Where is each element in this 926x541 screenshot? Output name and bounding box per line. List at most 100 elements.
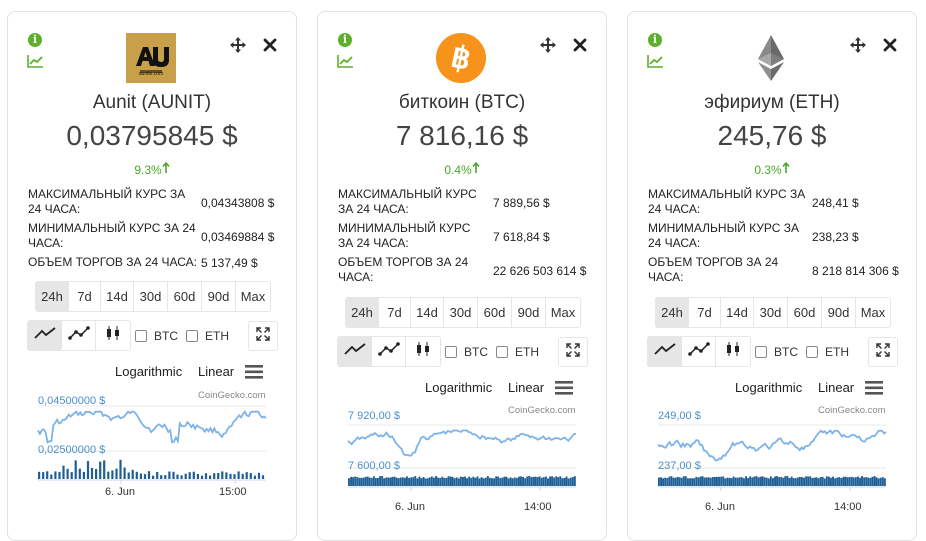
menu-icon[interactable]	[245, 365, 263, 379]
close-icon[interactable]	[883, 38, 897, 52]
candlestick-icon	[415, 341, 431, 362]
period-button-60d[interactable]: 60d	[478, 298, 512, 327]
checkbox-box[interactable]	[135, 330, 147, 342]
line-chart-icon[interactable]	[337, 54, 354, 68]
checkbox-box[interactable]	[496, 346, 508, 358]
volume-bar	[192, 471, 195, 479]
price-line	[37, 410, 267, 445]
checkbox-box[interactable]	[186, 330, 198, 342]
period-button-24h[interactable]: 24h	[346, 298, 379, 327]
compare-eth-checkbox[interactable]: ETH	[806, 345, 849, 359]
linear-scale-button[interactable]: Linear	[508, 380, 544, 395]
fullscreen-button[interactable]	[558, 337, 588, 367]
fullscreen-button[interactable]	[868, 337, 898, 367]
period-button-30d[interactable]: 30d	[444, 298, 478, 327]
info-icon[interactable]: i	[28, 33, 42, 47]
period-button-90d[interactable]: 90d	[202, 282, 236, 311]
period-button-max[interactable]: Max	[546, 298, 580, 327]
volume-bar	[42, 472, 45, 479]
line-chart-type-button[interactable]	[28, 321, 62, 350]
volume-bar	[697, 477, 700, 486]
volume-bar	[486, 476, 489, 486]
logarithmic-scale-button[interactable]: Logarithmic	[735, 380, 802, 395]
info-icon[interactable]: i	[648, 33, 662, 47]
volume-bar	[58, 471, 61, 479]
logarithmic-scale-button[interactable]: Logarithmic	[425, 380, 492, 395]
line-chart-icon[interactable]	[647, 54, 664, 68]
volume-bar	[875, 477, 878, 486]
linear-scale-button[interactable]: Linear	[818, 380, 854, 395]
dot-line-chart-type-button[interactable]	[62, 321, 96, 350]
volume-bar	[693, 478, 696, 486]
compare-btc-checkbox[interactable]: BTC	[135, 329, 178, 343]
volume-bar	[676, 476, 679, 486]
x-axis-label: 15:00	[219, 486, 247, 498]
line-chart-type-button[interactable]	[338, 337, 372, 366]
volume-bar	[707, 477, 710, 486]
volume-bar	[360, 477, 363, 486]
info-icon[interactable]: i	[338, 33, 352, 47]
volume-bar	[362, 477, 365, 486]
dot-line-chart-type-button[interactable]	[682, 337, 716, 366]
volume-bar	[540, 477, 543, 486]
stat-value: 22 626 503 614 $	[493, 263, 587, 278]
line-chart-type-button[interactable]	[648, 337, 682, 366]
checkbox-box[interactable]	[806, 346, 818, 358]
period-button-max[interactable]: Max	[856, 298, 890, 327]
volume-bar	[379, 476, 381, 486]
expand-icon	[566, 342, 580, 362]
dot-line-chart-type-button[interactable]	[372, 337, 406, 366]
coin-widget-card: i эфириум (ETH) 245,76 $ 0.3% МАКСИМАЛЬНЫЙ К…	[627, 11, 917, 541]
logarithmic-scale-button[interactable]: Logarithmic	[115, 364, 182, 379]
move-icon[interactable]	[849, 36, 867, 54]
menu-icon[interactable]	[555, 381, 573, 395]
compare-eth-checkbox[interactable]: ETH	[496, 345, 539, 359]
volume-bar	[682, 476, 685, 486]
candlestick-chart-type-button[interactable]	[716, 337, 750, 366]
period-button-14d[interactable]: 14d	[721, 298, 754, 327]
period-button-14d[interactable]: 14d	[101, 282, 134, 311]
close-icon[interactable]	[263, 38, 277, 52]
move-icon[interactable]	[539, 36, 557, 54]
checkbox-box[interactable]	[445, 346, 457, 358]
checkbox-label: BTC	[464, 345, 488, 359]
period-button-7d[interactable]: 7d	[379, 298, 411, 327]
volume-bar	[561, 478, 564, 486]
menu-icon[interactable]	[865, 381, 883, 395]
period-button-60d[interactable]: 60d	[168, 282, 202, 311]
fullscreen-button[interactable]	[248, 321, 278, 351]
period-button-7d[interactable]: 7d	[69, 282, 101, 311]
volume-bar	[200, 475, 204, 479]
period-button-max[interactable]: Max	[236, 282, 270, 311]
compare-btc-checkbox[interactable]: BTC	[445, 345, 488, 359]
line-chart-icon[interactable]	[27, 54, 44, 68]
volume-bar	[54, 471, 57, 479]
move-icon[interactable]	[229, 36, 247, 54]
period-button-60d[interactable]: 60d	[788, 298, 822, 327]
arrow-up-icon	[782, 161, 790, 177]
compare-eth-checkbox[interactable]: ETH	[186, 329, 229, 343]
volume-bar	[703, 477, 706, 486]
period-button-90d[interactable]: 90d	[822, 298, 856, 327]
period-button-24h[interactable]: 24h	[656, 298, 689, 327]
period-button-90d[interactable]: 90d	[512, 298, 546, 327]
volume-bar	[399, 477, 402, 486]
checkbox-box[interactable]	[755, 346, 767, 358]
volume-bar	[152, 475, 155, 479]
period-button-30d[interactable]: 30d	[754, 298, 788, 327]
volume-bar	[90, 467, 94, 479]
price-change: 9.3%	[8, 161, 296, 177]
volume-bar	[672, 477, 675, 486]
close-icon[interactable]	[573, 38, 587, 52]
period-button-24h[interactable]: 24h	[36, 282, 69, 311]
volume-bar	[658, 477, 660, 486]
volume-bar	[377, 478, 379, 486]
period-button-14d[interactable]: 14d	[411, 298, 444, 327]
volume-bar	[204, 473, 208, 479]
candlestick-chart-type-button[interactable]	[406, 337, 440, 366]
period-button-7d[interactable]: 7d	[689, 298, 721, 327]
period-button-30d[interactable]: 30d	[134, 282, 168, 311]
compare-btc-checkbox[interactable]: BTC	[755, 345, 798, 359]
candlestick-chart-type-button[interactable]	[96, 321, 130, 350]
linear-scale-button[interactable]: Linear	[198, 364, 234, 379]
